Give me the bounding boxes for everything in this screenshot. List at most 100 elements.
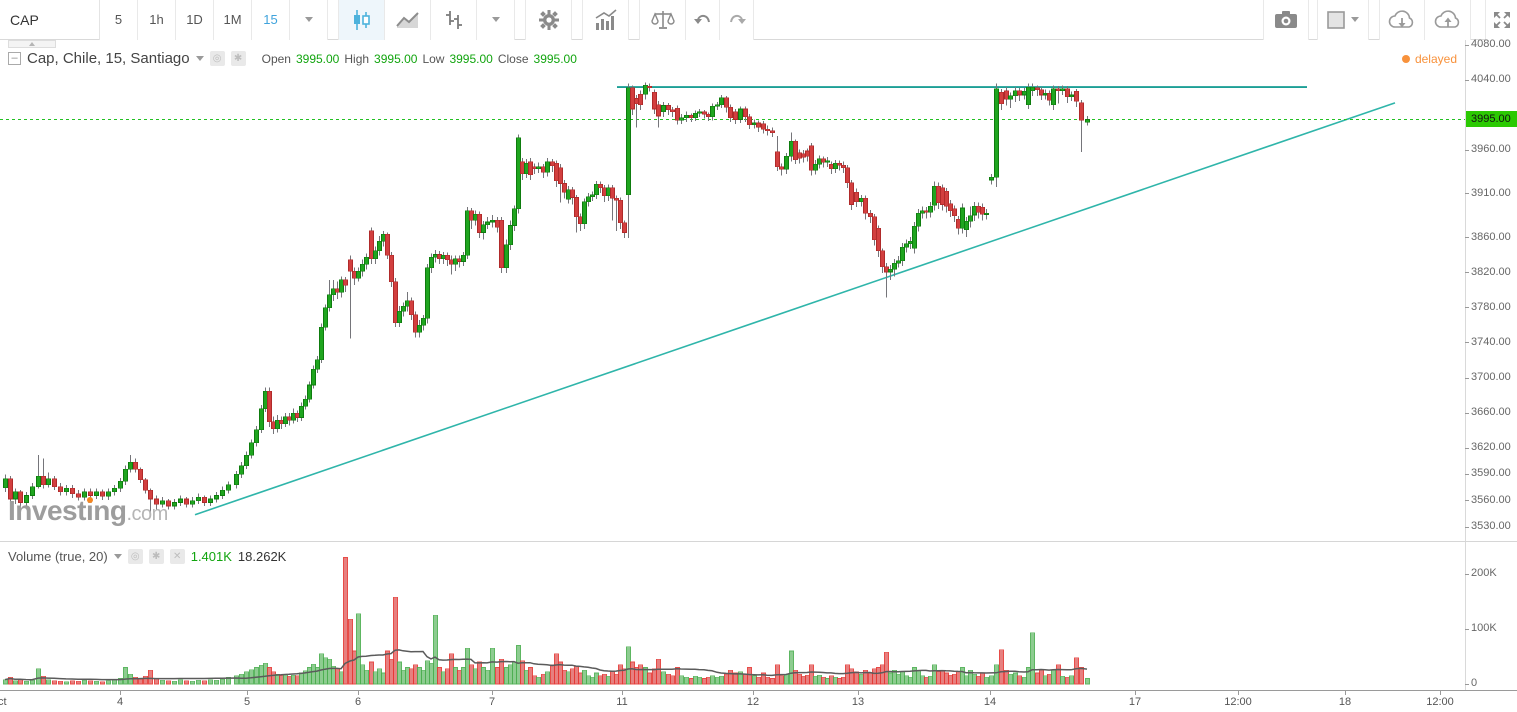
save-chart-button[interactable] (1425, 0, 1471, 40)
candle-up (693, 113, 698, 119)
visibility-icon[interactable]: ◎ (209, 51, 225, 66)
volume-bar-down (541, 673, 546, 685)
candle-up (196, 496, 201, 502)
volume-bar-down (779, 675, 784, 685)
compare-button[interactable] (640, 0, 686, 40)
ascending-trendline[interactable] (194, 102, 1396, 516)
candle-down (202, 496, 207, 503)
volume-legend: Volume (true, 20) ◎ ✱ ✕ 1.401K 18.262K (8, 549, 286, 564)
indicators-button[interactable] (583, 0, 629, 40)
collapse-pane-icon[interactable]: – (8, 52, 21, 65)
candle-down (724, 97, 729, 108)
volume-bar-down (449, 653, 454, 685)
candle-down (706, 113, 711, 118)
volume-bar-down (550, 664, 555, 685)
chart-type-line-button[interactable] (385, 0, 431, 40)
price-tick-mark (1465, 447, 1469, 449)
redo-button[interactable] (720, 0, 754, 40)
candle-down (279, 419, 284, 424)
volume-tick-mark (1465, 628, 1469, 630)
candle-up (1043, 92, 1048, 96)
series-settings-icon[interactable]: ✱ (230, 51, 246, 66)
delayed-label: delayed (1414, 52, 1457, 66)
volume-bar-up (626, 646, 631, 685)
interval-button-1M[interactable]: 1M (214, 0, 252, 40)
volume-bar-down (295, 675, 300, 685)
visibility-icon[interactable]: ◎ (127, 549, 143, 564)
volume-legend-title[interactable]: Volume (true, 20) (8, 549, 108, 564)
chart-type-bars-button[interactable] (431, 0, 477, 40)
volume-bar-down (88, 680, 93, 685)
volume-bar-down (770, 678, 775, 685)
volume-bar-down (457, 669, 462, 685)
candle-up (504, 244, 509, 268)
volume-bar-down (841, 677, 846, 685)
volume-bar-up (719, 676, 724, 685)
low-label: Low (422, 51, 445, 66)
volume-bar-up (433, 614, 438, 685)
price-chart[interactable] (0, 40, 1465, 541)
snapshot-button[interactable] (1263, 0, 1309, 40)
time-axis[interactable]: Oct 4 5 6 7 11 12 13 14 17 12:00 18 12:00 (0, 690, 1517, 712)
pane-separator[interactable] (0, 541, 1517, 542)
candle-down (797, 152, 802, 159)
candle-up (299, 405, 304, 418)
volume-bar-down (352, 650, 357, 685)
indicator-settings-icon[interactable]: ✱ (148, 549, 164, 564)
volume-bar-down (477, 661, 482, 685)
volume-bar-up (594, 672, 599, 685)
chart-type-dropdown[interactable] (477, 0, 515, 40)
settings-button[interactable] (526, 0, 572, 40)
chart-type-candles-button[interactable] (339, 0, 385, 40)
time-tick-label: 7 (488, 696, 496, 708)
interval-button-1D[interactable]: 1D (176, 0, 214, 40)
symbol-input[interactable]: CAP (0, 0, 100, 40)
candle-up (327, 294, 332, 309)
candle-up (339, 279, 344, 293)
legend-title[interactable]: Cap, Chile, 15, Santiago (27, 50, 190, 67)
candle-down (1039, 89, 1044, 96)
toolbar-divider (572, 0, 583, 40)
volume-chart[interactable] (0, 542, 1465, 690)
volume-bar-up (784, 673, 789, 685)
candle-up (932, 185, 937, 206)
volume-bar-down (765, 677, 770, 685)
interval-buttons: 5 1h 1D 1M 15 (100, 0, 290, 40)
interval-button-15[interactable]: 15 (252, 0, 290, 40)
volume-bar-down (849, 668, 854, 685)
price-tick-mark (1465, 412, 1469, 414)
volume-bar-up (960, 667, 965, 685)
load-chart-button[interactable] (1379, 0, 1425, 40)
remove-indicator-icon[interactable]: ✕ (169, 549, 185, 564)
interval-dropdown[interactable] (290, 0, 328, 40)
candle-up (214, 495, 219, 500)
undo-button[interactable] (686, 0, 720, 40)
fullscreen-icon (1493, 11, 1510, 28)
volume-bar-up (1085, 678, 1090, 685)
candle-up (311, 368, 316, 386)
volume-bar-up (220, 678, 225, 685)
candle-down (369, 230, 374, 260)
chevron-down-icon[interactable] (113, 554, 122, 559)
candle-up (307, 384, 312, 400)
interval-button-1h[interactable]: 1h (138, 0, 176, 40)
volume-bar-up (833, 677, 838, 685)
volume-bar-down (821, 677, 826, 685)
candle-up (643, 85, 648, 95)
candle-down (656, 104, 661, 117)
volume-bar-down (58, 680, 63, 685)
price-tick-label: 3860.00 (1471, 230, 1511, 243)
candle-down (638, 93, 643, 105)
candle-up (429, 256, 434, 268)
price-axis[interactable] (1465, 40, 1517, 690)
candle-up (900, 247, 905, 261)
candle-up (118, 481, 123, 489)
price-tick-label: 3530.00 (1471, 520, 1511, 532)
chevron-down-icon[interactable] (195, 56, 204, 61)
candle-down (801, 153, 806, 158)
interval-button-5[interactable]: 5 (100, 0, 138, 40)
layout-button[interactable] (1317, 0, 1369, 40)
volume-bar-down (756, 677, 761, 685)
fullscreen-button[interactable] (1485, 0, 1517, 40)
volume-bar-up (234, 675, 239, 685)
